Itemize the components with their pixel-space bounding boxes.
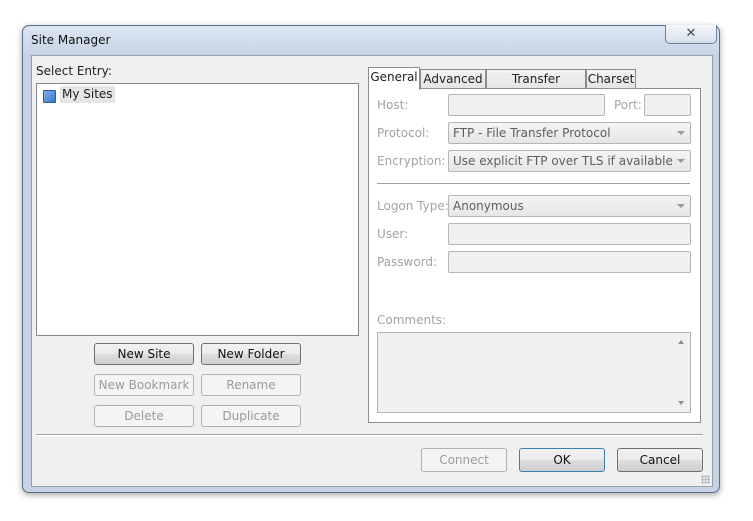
comments-label: Comments: — [377, 313, 447, 327]
user-input[interactable] — [448, 223, 691, 245]
title-bar[interactable]: Site Manager ✕ — [23, 25, 719, 54]
comments-textarea[interactable] — [377, 332, 691, 413]
tree-item-label: My Sites — [60, 86, 115, 103]
delete-button[interactable]: Delete — [94, 405, 194, 427]
resize-grip[interactable] — [701, 475, 710, 484]
user-label: User: — [377, 227, 409, 241]
scroll-down-icon[interactable] — [678, 401, 684, 405]
scroll-up-icon[interactable] — [678, 340, 684, 344]
new-folder-button[interactable]: New Folder — [201, 343, 301, 365]
section-divider — [377, 183, 690, 185]
tab-advanced[interactable]: Advanced — [420, 69, 486, 89]
port-input[interactable] — [644, 94, 691, 116]
protocol-select[interactable]: FTP - File Transfer Protocol — [448, 122, 691, 144]
password-label: Password: — [377, 255, 438, 269]
close-icon: ✕ — [685, 26, 697, 41]
duplicate-button[interactable]: Duplicate — [201, 405, 301, 427]
port-label: Port: — [614, 98, 642, 112]
protocol-value: FTP - File Transfer Protocol — [453, 126, 611, 140]
cancel-button[interactable]: Cancel — [617, 448, 703, 472]
select-entry-label: Select Entry: — [36, 64, 112, 78]
host-input[interactable] — [448, 94, 605, 116]
protocol-label: Protocol: — [377, 126, 430, 140]
logon-type-value: Anonymous — [453, 199, 524, 213]
tab-charset[interactable]: Charset — [586, 69, 636, 89]
close-button[interactable]: ✕ — [665, 25, 717, 44]
site-tree[interactable]: My Sites — [36, 83, 359, 336]
folder-icon — [43, 90, 56, 103]
logon-type-select[interactable]: Anonymous — [448, 195, 691, 217]
site-manager-window: Site Manager ✕ Select Entry: My Sites Ne… — [22, 25, 720, 493]
tree-item-my-sites[interactable]: My Sites — [41, 86, 115, 104]
window-title: Site Manager — [31, 33, 111, 47]
general-tab-panel: Host: Port: Protocol: FTP - File Transfe… — [368, 88, 701, 423]
comments-scrollbar[interactable] — [674, 333, 690, 412]
encryption-select[interactable]: Use explicit FTP over TLS if available — [448, 150, 691, 172]
password-input[interactable] — [448, 251, 691, 273]
host-label: Host: — [377, 98, 409, 112]
footer-divider — [36, 434, 703, 436]
encryption-value: Use explicit FTP over TLS if available — [453, 154, 673, 168]
ok-button[interactable]: OK — [519, 448, 605, 472]
logon-type-label: Logon Type: — [377, 199, 449, 213]
rename-button[interactable]: Rename — [201, 374, 301, 396]
connect-button[interactable]: Connect — [421, 448, 507, 472]
tab-transfer-settings[interactable]: Transfer Settings — [486, 69, 586, 105]
chevron-down-icon — [677, 131, 685, 135]
new-site-button[interactable]: New Site — [94, 343, 194, 365]
chevron-down-icon — [677, 159, 685, 163]
new-bookmark-button[interactable]: New Bookmark — [94, 374, 194, 396]
chevron-down-icon — [677, 204, 685, 208]
tab-general[interactable]: General — [368, 67, 420, 90]
dialog-client-area: Select Entry: My Sites New Site New Fold… — [31, 55, 713, 487]
encryption-label: Encryption: — [377, 154, 446, 168]
